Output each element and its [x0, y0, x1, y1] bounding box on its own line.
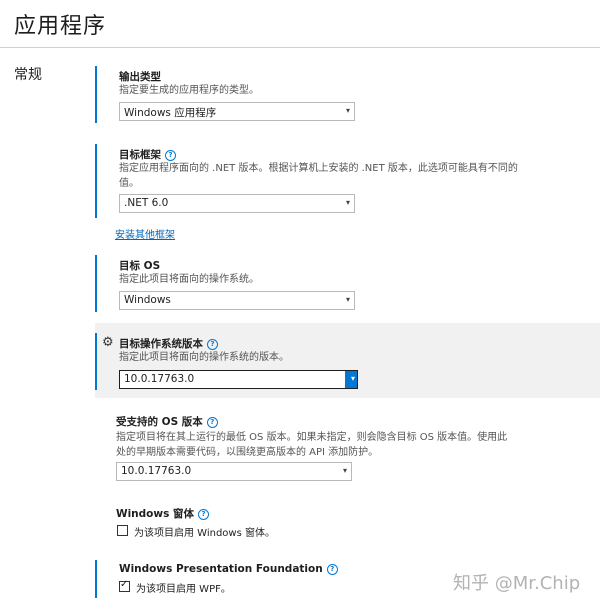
target-os-version-value: 10.0.17763.0: [124, 373, 195, 385]
target-os-dropdown[interactable]: Windows ▾: [119, 291, 355, 310]
target-os-value: Windows: [124, 294, 171, 306]
target-os-title: 目标 OS: [119, 260, 161, 272]
category-general[interactable]: 常规: [14, 64, 42, 84]
target-os-version-description: 指定此项目将面向的操作系统的版本。: [119, 352, 289, 363]
page-title: 应用程序: [14, 14, 107, 39]
section-indicator: [95, 144, 97, 218]
windows-forms-section: Windows 窗体? 为该项目启用 Windows 窗体。: [95, 506, 600, 542]
help-circle-icon[interactable]: ?: [206, 417, 218, 428]
checkmark-icon: ✓: [120, 579, 129, 590]
help-circle-icon[interactable]: ?: [326, 564, 338, 575]
wpf-title-row: Windows Presentation Foundation?: [119, 563, 338, 575]
windows-forms-title-row: Windows 窗体?: [116, 506, 209, 521]
title-divider: [0, 47, 600, 48]
gear-icon[interactable]: ⚙: [102, 335, 114, 350]
dropdown-button[interactable]: ▾: [345, 371, 357, 388]
install-framework-link[interactable]: 安装其他框架: [115, 226, 175, 241]
windows-forms-checkbox[interactable]: [117, 525, 128, 536]
chevron-down-icon: ▾: [345, 295, 350, 304]
supported-os-version-value: 10.0.17763.0: [121, 465, 192, 477]
target-os-section: 目标 OS 指定此项目将面向的操作系统。 Windows ▾: [95, 255, 600, 312]
help-circle-icon[interactable]: ?: [165, 150, 176, 161]
windows-forms-title: Windows 窗体: [116, 508, 194, 520]
target-os-version-dropdown[interactable]: 10.0.17763.0 ▾: [119, 370, 358, 389]
target-framework-value: .NET 6.0: [124, 197, 169, 209]
output-type-section: 输出类型 指定要生成的应用程序的类型。 Windows 应用程序 ▾: [95, 66, 600, 123]
target-framework-dropdown[interactable]: .NET 6.0 ▾: [119, 194, 355, 213]
section-indicator: [95, 255, 97, 312]
target-framework-description: 指定应用程序面向的 .NET 版本。根据计算机上安装的 .NET 版本，此选项可…: [119, 163, 518, 189]
help-circle-icon[interactable]: ?: [198, 509, 209, 520]
target-framework-title: 目标框架: [119, 149, 161, 161]
wpf-checkbox-label[interactable]: 为该项目启用 WPF。: [136, 580, 231, 595]
target-os-description: 指定此项目将面向的操作系统。: [119, 274, 259, 285]
supported-os-version-description: 指定项目将在其上运行的最低 OS 版本。如果未指定，则会隐含目标 OS 版本值。…: [116, 432, 508, 458]
target-os-version-title-row: 目标操作系统版本?: [119, 336, 218, 351]
output-type-value: Windows 应用程序: [124, 107, 217, 119]
output-type-title: 输出类型: [119, 71, 161, 83]
section-indicator: [95, 560, 97, 598]
chevron-down-icon: ▾: [342, 466, 347, 475]
supported-os-version-title-row: 受支持的 OS 版本?: [116, 414, 218, 429]
target-os-version-section: ⚙ 目标操作系统版本? 指定此项目将面向的操作系统的版本。 10.0.17763…: [95, 333, 600, 390]
wpf-title: Windows Presentation Foundation: [119, 563, 323, 575]
watermark: 知乎 @Mr.Chip: [453, 573, 581, 594]
supported-os-version-title: 受支持的 OS 版本: [116, 416, 203, 428]
target-framework-title-row: 目标框架?: [119, 147, 176, 162]
output-type-dropdown[interactable]: Windows 应用程序 ▾: [119, 102, 355, 121]
chevron-down-icon: ▾: [350, 374, 355, 383]
help-circle-icon[interactable]: ?: [207, 339, 218, 350]
section-indicator: [95, 66, 97, 123]
wpf-checkbox[interactable]: ✓: [119, 579, 130, 592]
target-framework-section: 目标框架? 指定应用程序面向的 .NET 版本。根据计算机上安装的 .NET 版…: [95, 144, 600, 218]
chevron-down-icon: ▾: [345, 106, 350, 115]
target-os-version-title: 目标操作系统版本: [119, 338, 203, 350]
supported-os-version-section: 受支持的 OS 版本? 指定项目将在其上运行的最低 OS 版本。如果未指定，则会…: [95, 414, 600, 484]
output-type-description: 指定要生成的应用程序的类型。: [119, 85, 259, 96]
windows-forms-checkbox-label[interactable]: 为该项目启用 Windows 窗体。: [134, 524, 275, 539]
section-indicator: [95, 333, 97, 390]
supported-os-version-dropdown[interactable]: 10.0.17763.0 ▾: [116, 462, 352, 481]
chevron-down-icon: ▾: [345, 198, 350, 207]
